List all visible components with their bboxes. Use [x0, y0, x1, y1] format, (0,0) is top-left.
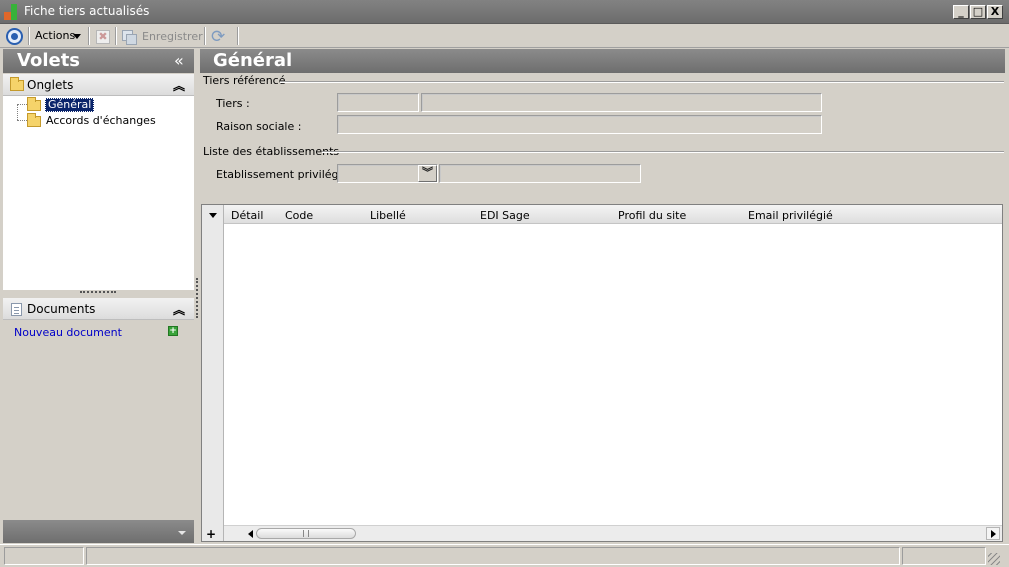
group-divider	[322, 151, 1004, 153]
toolbar-separator	[237, 27, 239, 45]
onglets-label: Onglets	[27, 78, 74, 92]
status-cell	[86, 547, 900, 565]
scroll-right-icon[interactable]	[991, 530, 996, 538]
tree-item-accords-echanges[interactable]: Accords d'échanges	[46, 114, 156, 127]
add-document-icon[interactable]: +	[168, 326, 178, 336]
save-icon[interactable]	[122, 30, 137, 45]
actions-menu-button[interactable]: Actions	[35, 29, 75, 42]
dropdown-arrow-icon[interactable]	[73, 34, 81, 39]
window-title: Fiche tiers actualisés	[24, 4, 150, 18]
chevron-down-icon[interactable]	[178, 531, 186, 535]
chevron-down-icon[interactable]: ︾	[418, 165, 437, 182]
onglets-section-header[interactable]: Onglets ︽	[3, 74, 194, 96]
raison-sociale-field[interactable]	[337, 115, 822, 134]
document-icon	[11, 303, 22, 316]
toolbar-separator	[88, 27, 90, 45]
scroll-left-icon[interactable]	[248, 530, 253, 538]
status-bar	[0, 544, 1009, 567]
toolbar: Actions ✖ Enregistrer ⟳	[0, 24, 1009, 48]
close-button[interactable]: X	[987, 5, 1003, 19]
tiers-code-field[interactable]	[337, 93, 419, 112]
save-button[interactable]: Enregistrer	[142, 30, 203, 43]
row-selector-column[interactable]	[202, 205, 224, 541]
minimize-button[interactable]: _	[953, 5, 969, 19]
tree-line	[17, 104, 18, 120]
volets-header: Volets «	[3, 49, 194, 73]
resize-grip-icon[interactable]	[988, 553, 1000, 565]
volets-title: Volets	[17, 50, 81, 71]
page-title: Général	[213, 50, 293, 71]
open-folder-icon	[27, 97, 41, 111]
toolbar-separator	[115, 27, 117, 45]
horizontal-scrollbar[interactable]	[224, 525, 1002, 541]
left-pane-footer[interactable]	[3, 520, 194, 543]
general-header: Général	[200, 49, 1005, 73]
collapse-section-icon[interactable]: ︽	[173, 301, 185, 318]
tree-item-general[interactable]: Général	[45, 98, 95, 112]
etablissements-grid[interactable]: Détail Code Libellé EDI Sage Profil du s…	[201, 204, 1003, 542]
folder-icon	[27, 113, 41, 127]
grid-header: Détail Code Libellé EDI Sage Profil du s…	[202, 205, 1002, 224]
collapse-pane-icon[interactable]: «	[174, 51, 184, 70]
tiers-name-field[interactable]	[421, 93, 822, 112]
column-header-detail[interactable]: Détail	[231, 209, 263, 222]
documents-label: Documents	[27, 302, 96, 316]
etablissement-detail-field[interactable]	[439, 164, 641, 183]
toolbar-separator	[204, 27, 206, 45]
tree-line	[17, 120, 27, 121]
delete-icon[interactable]: ✖	[96, 30, 110, 44]
etablissements-group-title: Liste des établissements	[203, 145, 340, 158]
add-row-icon[interactable]: +	[206, 527, 216, 541]
vertical-splitter-handle[interactable]	[196, 278, 198, 318]
column-header-libelle[interactable]: Libellé	[370, 209, 406, 222]
column-header-profil-site[interactable]: Profil du site	[618, 209, 686, 222]
collapse-section-icon[interactable]: ︽	[173, 77, 185, 94]
app-icon	[4, 4, 20, 20]
thumb-grip-icon	[303, 530, 309, 537]
tree-line	[17, 104, 27, 105]
status-cell	[4, 547, 84, 565]
column-header-email-privilegie[interactable]: Email privilégié	[748, 209, 833, 222]
etablissement-label: Etablissement privilégié :	[216, 168, 356, 181]
maximize-button[interactable]: □	[970, 5, 986, 19]
folder-icon	[10, 77, 24, 91]
documents-section-header[interactable]: Documents ︽	[3, 298, 194, 320]
title-bar[interactable]: Fiche tiers actualisés _ □ X	[0, 0, 1009, 24]
refresh-icon[interactable]: ⟳	[211, 29, 229, 46]
scrollbar-thumb[interactable]	[256, 528, 356, 539]
onglets-tree[interactable]: Général Accords d'échanges	[3, 96, 194, 290]
group-divider	[280, 81, 1004, 83]
raison-sociale-label: Raison sociale :	[216, 120, 302, 133]
column-header-edi-sage[interactable]: EDI Sage	[480, 209, 530, 222]
navigation-icon[interactable]	[6, 28, 23, 45]
tiers-group-title: Tiers référencé	[203, 74, 286, 87]
tiers-label: Tiers :	[216, 97, 250, 110]
status-cell	[902, 547, 986, 565]
scroll-right-button[interactable]	[986, 527, 1000, 540]
column-chooser-icon[interactable]	[209, 213, 217, 218]
toolbar-separator	[28, 27, 30, 45]
new-document-link[interactable]: Nouveau document	[14, 326, 122, 339]
column-header-code[interactable]: Code	[285, 209, 313, 222]
horizontal-splitter-handle[interactable]	[80, 291, 116, 294]
